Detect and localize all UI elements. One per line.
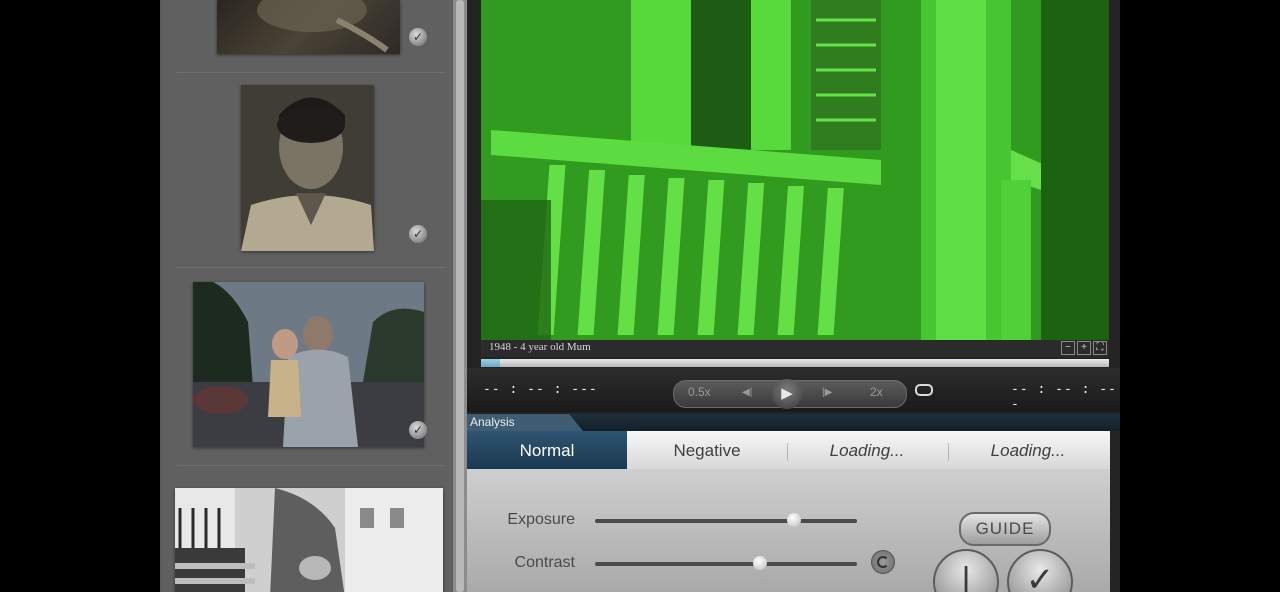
analysis-tabs: Normal Negative Loading... Loading...: [467, 431, 1110, 469]
thumbnail-photo[interactable]: [193, 282, 424, 447]
thumbnail-photo[interactable]: [217, 0, 400, 54]
thumbnail-item[interactable]: ✓: [177, 84, 445, 268]
zoom-out-icon[interactable]: −: [1061, 341, 1075, 355]
photo-content-2: [241, 85, 374, 251]
adjustment-panel: Exposure Contrast GUIDE | ✓: [467, 469, 1110, 592]
total-timecode: -- : -- : ---: [1011, 382, 1117, 412]
green-filtered-photo: [481, 0, 1109, 340]
contrast-label: Contrast: [514, 554, 575, 571]
fit-screen-icon[interactable]: ⛶: [1093, 341, 1107, 355]
thumbnail-item[interactable]: ✓: [177, 0, 445, 73]
reset-icon[interactable]: [871, 550, 895, 574]
current-timecode: -- : -- : ---: [483, 382, 598, 397]
photo-view[interactable]: [481, 0, 1109, 340]
step-back-icon[interactable]: ◀|: [742, 387, 752, 398]
thumbnail-sidebar: ✓ ✓ ✓: [163, 0, 453, 592]
zoom-controls: − + ⛶: [1061, 341, 1107, 355]
app-window: ✓ ✓ ✓ 1948 - 4 year old Mum − + ⛶ --: -…: [160, 0, 1120, 592]
analysis-label: Analysis: [470, 415, 515, 429]
tab-loading-1[interactable]: Loading...: [787, 431, 947, 469]
checkmark-icon[interactable]: ✓: [409, 225, 427, 243]
guide-button[interactable]: GUIDE: [959, 512, 1051, 546]
progress-fill: [481, 359, 500, 367]
play-icon[interactable]: ▶: [772, 379, 802, 409]
thumbnail-photo[interactable]: [241, 85, 374, 251]
photo-caption: 1948 - 4 year old Mum: [489, 341, 591, 353]
exposure-label: Exposure: [507, 511, 575, 528]
caption-bar: 1948 - 4 year old Mum − + ⛶: [481, 340, 1109, 357]
viewer-pane: 1948 - 4 year old Mum − + ⛶ -- : -- : --…: [467, 0, 1120, 592]
fast-speed-button[interactable]: 2x: [870, 385, 883, 399]
exposure-slider-knob[interactable]: [787, 513, 802, 527]
playback-controls: 0.5x ◀| ▶ |▶ 2x: [673, 379, 907, 409]
tab-negative[interactable]: Negative: [627, 431, 787, 469]
loop-icon[interactable]: [915, 384, 933, 396]
analysis-section-tab: Analysis: [467, 414, 583, 431]
thumbnail-photo[interactable]: [175, 488, 443, 592]
checkmark-icon[interactable]: ✓: [409, 28, 427, 46]
confirm-button[interactable]: ✓: [1007, 549, 1073, 592]
slow-speed-button[interactable]: 0.5x: [688, 385, 711, 399]
tab-normal[interactable]: Normal: [467, 431, 627, 469]
playback-progress[interactable]: [481, 359, 1109, 367]
zoom-in-icon[interactable]: +: [1077, 341, 1091, 355]
sidebar-scrollbar[interactable]: [453, 0, 467, 592]
step-forward-icon[interactable]: |▶: [822, 387, 832, 398]
contrast-slider-knob[interactable]: [753, 556, 768, 570]
thumbnail-item[interactable]: ✓: [177, 281, 445, 471]
transport-bar: -- : -- : --- 0.5x ◀| ▶ |▶ 2x -- : -- : …: [467, 368, 1120, 412]
thumbnail-item[interactable]: [175, 487, 445, 592]
photo-content-3: [193, 282, 424, 447]
photo-content-4: [175, 488, 443, 592]
contrast-slider[interactable]: [595, 556, 857, 570]
back-button[interactable]: |: [933, 549, 999, 592]
photo-content-1: [257, 0, 389, 53]
tab-loading-2[interactable]: Loading...: [948, 431, 1108, 469]
scrollbar-thumb[interactable]: [456, 0, 464, 592]
checkmark-icon[interactable]: ✓: [409, 421, 427, 439]
exposure-slider[interactable]: [595, 513, 857, 527]
